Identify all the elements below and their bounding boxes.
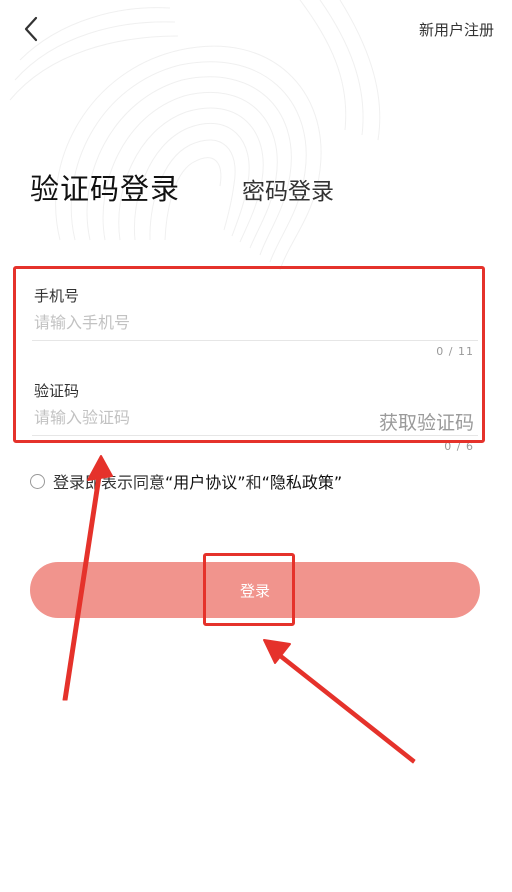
user-agreement-link[interactable]: “用户协议” xyxy=(165,469,246,493)
back-button[interactable] xyxy=(14,12,48,46)
login-tabs: 验证码登录 密码登录 xyxy=(30,166,334,208)
background-pattern xyxy=(9,0,381,271)
agreement-radio[interactable] xyxy=(30,473,45,489)
code-label: 验证码 xyxy=(34,382,80,400)
chevron-left-icon xyxy=(24,16,38,42)
agreement-row: 登录即表示同意 “用户协议” 和 “隐私政策” xyxy=(30,469,342,493)
register-link[interactable]: 新用户注册 xyxy=(419,19,494,40)
login-button[interactable]: 登录 xyxy=(30,562,480,618)
code-counter: 0 / 6 xyxy=(444,440,474,453)
privacy-policy-link[interactable]: “隐私政策” xyxy=(262,469,343,493)
phone-underline xyxy=(32,340,478,341)
annotation-arrows xyxy=(62,455,416,764)
phone-label: 手机号 xyxy=(34,287,80,305)
code-underline xyxy=(32,435,478,436)
phone-input[interactable] xyxy=(34,313,434,332)
tab-sms-login[interactable]: 验证码登录 xyxy=(30,166,180,208)
agreement-text: 登录即表示同意 xyxy=(53,473,166,492)
tab-password-login[interactable]: 密码登录 xyxy=(242,172,334,206)
code-input[interactable] xyxy=(34,408,334,427)
get-code-button[interactable]: 获取验证码 xyxy=(379,408,474,435)
annotation-arrow-login xyxy=(263,639,416,764)
phone-counter: 0 / 11 xyxy=(436,345,474,358)
agreement-and: 和 xyxy=(245,473,262,492)
login-button-label: 登录 xyxy=(239,581,270,600)
